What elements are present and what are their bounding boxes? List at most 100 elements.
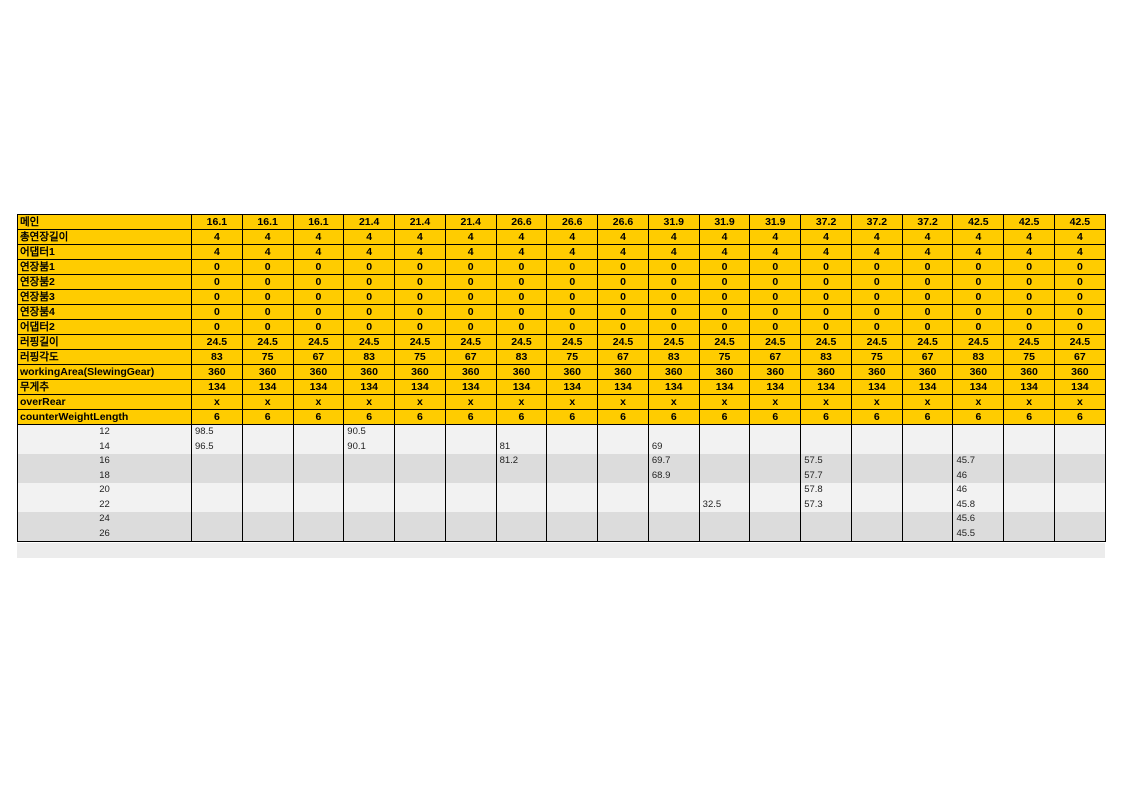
header-cell[interactable]: 0 — [1054, 304, 1106, 320]
header-cell[interactable]: 0 — [1054, 274, 1106, 290]
header-cell[interactable]: 21.4 — [444, 214, 497, 230]
header-cell[interactable]: 134 — [952, 379, 1005, 395]
capacity-cell[interactable] — [191, 512, 243, 527]
capacity-cell[interactable] — [546, 468, 599, 483]
header-cell[interactable]: 134 — [343, 379, 396, 395]
header-row-label[interactable]: 메인 — [17, 214, 192, 230]
capacity-cell[interactable] — [952, 424, 1005, 440]
header-cell[interactable]: 0 — [901, 289, 954, 305]
radius-cell[interactable]: 12 — [17, 424, 192, 440]
capacity-cell[interactable] — [749, 424, 802, 440]
header-cell[interactable]: 6 — [546, 409, 599, 425]
header-cell[interactable]: 24.5 — [444, 334, 497, 350]
header-cell[interactable]: 4 — [444, 244, 497, 260]
header-row-label[interactable]: 연장붐2 — [17, 274, 192, 290]
header-cell[interactable]: 24.5 — [698, 334, 751, 350]
header-cell[interactable]: 134 — [444, 379, 497, 395]
header-cell[interactable]: 42.5 — [1003, 214, 1056, 230]
capacity-cell[interactable] — [292, 454, 345, 469]
header-row-label[interactable]: overRear — [17, 394, 192, 410]
header-cell[interactable]: 67 — [749, 349, 802, 365]
capacity-cell[interactable] — [901, 526, 954, 542]
header-cell[interactable]: 4 — [444, 229, 497, 245]
header-cell[interactable]: 24.5 — [1003, 334, 1056, 350]
header-cell[interactable]: 0 — [800, 289, 852, 305]
header-cell[interactable]: 0 — [444, 319, 497, 335]
capacity-cell[interactable] — [343, 454, 396, 469]
header-cell[interactable]: 0 — [597, 274, 649, 290]
capacity-cell[interactable] — [698, 454, 751, 469]
header-cell[interactable]: 0 — [241, 259, 294, 275]
header-cell[interactable]: 0 — [1054, 289, 1106, 305]
header-cell[interactable]: 75 — [850, 349, 903, 365]
header-cell[interactable]: 4 — [597, 229, 649, 245]
header-cell[interactable]: 0 — [901, 304, 954, 320]
capacity-cell[interactable] — [343, 497, 396, 512]
header-cell[interactable]: 4 — [1054, 229, 1106, 245]
capacity-cell[interactable] — [698, 512, 751, 527]
header-cell[interactable]: 134 — [698, 379, 751, 395]
header-cell[interactable]: 360 — [850, 364, 903, 380]
capacity-cell[interactable] — [546, 483, 599, 498]
header-cell[interactable]: 360 — [901, 364, 954, 380]
header-cell[interactable]: 0 — [292, 289, 345, 305]
header-cell[interactable]: 67 — [292, 349, 345, 365]
header-cell[interactable]: 0 — [698, 274, 751, 290]
header-cell[interactable]: 134 — [1054, 379, 1106, 395]
capacity-cell[interactable] — [597, 483, 649, 498]
header-cell[interactable]: 0 — [191, 319, 243, 335]
header-cell[interactable]: 24.5 — [343, 334, 396, 350]
header-cell[interactable]: 6 — [343, 409, 396, 425]
header-cell[interactable]: 0 — [546, 259, 599, 275]
header-cell[interactable]: 360 — [444, 364, 497, 380]
header-cell[interactable]: 0 — [952, 304, 1005, 320]
header-cell[interactable]: 134 — [292, 379, 345, 395]
header-cell[interactable]: 0 — [444, 274, 497, 290]
capacity-cell[interactable] — [1003, 497, 1056, 512]
header-cell[interactable]: 0 — [343, 319, 396, 335]
capacity-cell[interactable] — [698, 483, 751, 498]
capacity-cell[interactable] — [749, 468, 802, 483]
header-cell[interactable]: 37.2 — [901, 214, 954, 230]
capacity-cell[interactable] — [698, 439, 751, 454]
capacity-cell[interactable] — [647, 424, 700, 440]
header-cell[interactable]: 6 — [191, 409, 243, 425]
header-cell[interactable]: 0 — [749, 259, 802, 275]
header-cell[interactable]: 31.9 — [749, 214, 802, 230]
capacity-cell[interactable] — [394, 454, 446, 469]
capacity-cell[interactable] — [850, 526, 903, 542]
header-cell[interactable]: 4 — [241, 244, 294, 260]
header-cell[interactable]: 0 — [749, 274, 802, 290]
header-cell[interactable]: 0 — [850, 289, 903, 305]
capacity-cell[interactable] — [901, 468, 954, 483]
header-cell[interactable]: 360 — [1054, 364, 1106, 380]
header-cell[interactable]: 0 — [546, 289, 599, 305]
header-cell[interactable]: 0 — [647, 304, 700, 320]
capacity-cell[interactable] — [850, 468, 903, 483]
radius-cell[interactable]: 18 — [17, 468, 192, 483]
capacity-cell[interactable] — [444, 468, 497, 483]
header-cell[interactable]: 0 — [241, 274, 294, 290]
capacity-cell[interactable] — [1003, 526, 1056, 542]
header-cell[interactable]: 0 — [292, 304, 345, 320]
header-cell[interactable]: x — [546, 394, 599, 410]
header-cell[interactable]: 24.5 — [394, 334, 446, 350]
capacity-cell[interactable] — [241, 512, 294, 527]
capacity-cell[interactable] — [749, 439, 802, 454]
capacity-cell[interactable] — [597, 424, 649, 440]
header-cell[interactable]: 0 — [597, 289, 649, 305]
header-cell[interactable]: 4 — [394, 229, 446, 245]
header-cell[interactable]: 360 — [241, 364, 294, 380]
capacity-cell[interactable]: 45.5 — [952, 526, 1005, 542]
capacity-cell[interactable]: 90.1 — [343, 439, 396, 454]
radius-cell[interactable]: 20 — [17, 483, 192, 498]
radius-cell[interactable]: 22 — [17, 497, 192, 512]
header-cell[interactable]: 0 — [191, 289, 243, 305]
capacity-cell[interactable] — [800, 424, 852, 440]
capacity-cell[interactable] — [343, 468, 396, 483]
header-cell[interactable]: 0 — [292, 319, 345, 335]
header-cell[interactable]: 0 — [495, 319, 548, 335]
header-cell[interactable]: 4 — [901, 244, 954, 260]
capacity-cell[interactable]: 96.5 — [191, 439, 243, 454]
capacity-cell[interactable] — [749, 512, 802, 527]
